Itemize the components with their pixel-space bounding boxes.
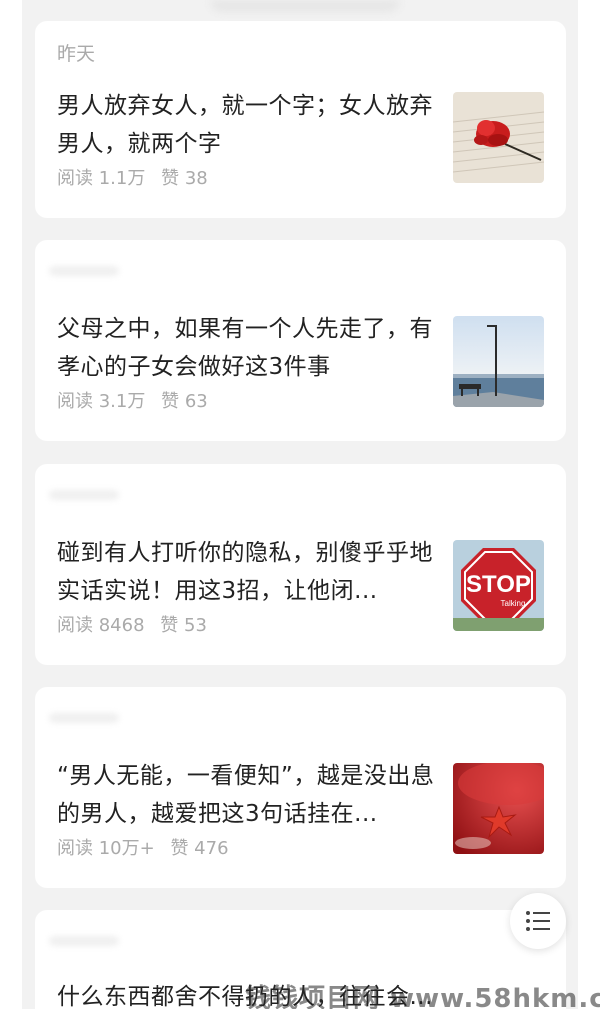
top-edge-shadow: [210, 0, 400, 12]
article-card-1[interactable]: 昨天 男人放弃女人，就一个字；女人放弃男人，就两个字 阅读 1.1万 赞 38: [35, 21, 566, 218]
date-header-blurred: [49, 713, 119, 723]
red-rose-on-book-image[interactable]: [453, 92, 544, 183]
seaside-lamppost-bench-image[interactable]: [453, 316, 544, 407]
list-menu-icon: [526, 911, 550, 931]
stop-sign-image[interactable]: STOP Talking: [453, 540, 544, 631]
read-count: 阅读 8468: [57, 615, 145, 636]
red-starfish-image[interactable]: [453, 763, 544, 854]
read-count: 阅读 3.1万: [57, 391, 146, 412]
svg-text:STOP: STOP: [466, 571, 531, 598]
like-count: 赞 53: [160, 615, 207, 636]
like-count: 赞 38: [161, 168, 208, 189]
article-title[interactable]: 碰到有人打听你的隐私，别傻乎乎地实话实说！用这3招，让他闭...: [57, 534, 437, 610]
article-meta: 阅读 1.1万 赞 38: [57, 164, 218, 190]
read-count: 阅读 10万+: [57, 838, 155, 859]
left-margin: [0, 0, 22, 1009]
date-header: 昨天: [57, 43, 96, 65]
like-count: 赞 476: [170, 838, 229, 859]
article-meta: 阅读 3.1万 赞 63: [57, 387, 218, 413]
like-count: 赞 63: [161, 391, 208, 412]
read-count: 阅读 1.1万: [57, 168, 146, 189]
article-card-3[interactable]: 碰到有人打听你的隐私，别傻乎乎地实话实说！用这3招，让他闭... 阅读 8468…: [35, 464, 566, 665]
article-card-2[interactable]: 父母之中，如果有一个人先走了，有孝心的子女会做好这3件事 阅读 3.1万 赞 6…: [35, 240, 566, 441]
date-header-blurred: [49, 490, 119, 500]
watermark-text: 钱钱项目网 www.58hkm.com: [245, 984, 600, 1009]
article-meta: 阅读 10万+ 赞 476: [57, 834, 239, 860]
svg-text:Talking: Talking: [501, 599, 526, 608]
date-header-blurred: [49, 266, 119, 276]
article-title[interactable]: 父母之中，如果有一个人先走了，有孝心的子女会做好这3件事: [57, 310, 437, 386]
article-meta: 阅读 8468 赞 53: [57, 611, 217, 637]
article-card-4[interactable]: “男人无能，一看便知”，越是没出息的男人，越爱把这3句话挂在... 阅读 10万…: [35, 687, 566, 888]
list-menu-button[interactable]: [510, 893, 566, 949]
article-feed-page: 昨天 男人放弃女人，就一个字；女人放弃男人，就两个字 阅读 1.1万 赞 38: [0, 0, 600, 1009]
article-title[interactable]: 男人放弃女人，就一个字；女人放弃男人，就两个字: [57, 87, 437, 163]
date-header-blurred: [49, 936, 119, 946]
article-title[interactable]: “男人无能，一看便知”，越是没出息的男人，越爱把这3句话挂在...: [57, 757, 437, 833]
right-margin: [578, 0, 600, 1009]
